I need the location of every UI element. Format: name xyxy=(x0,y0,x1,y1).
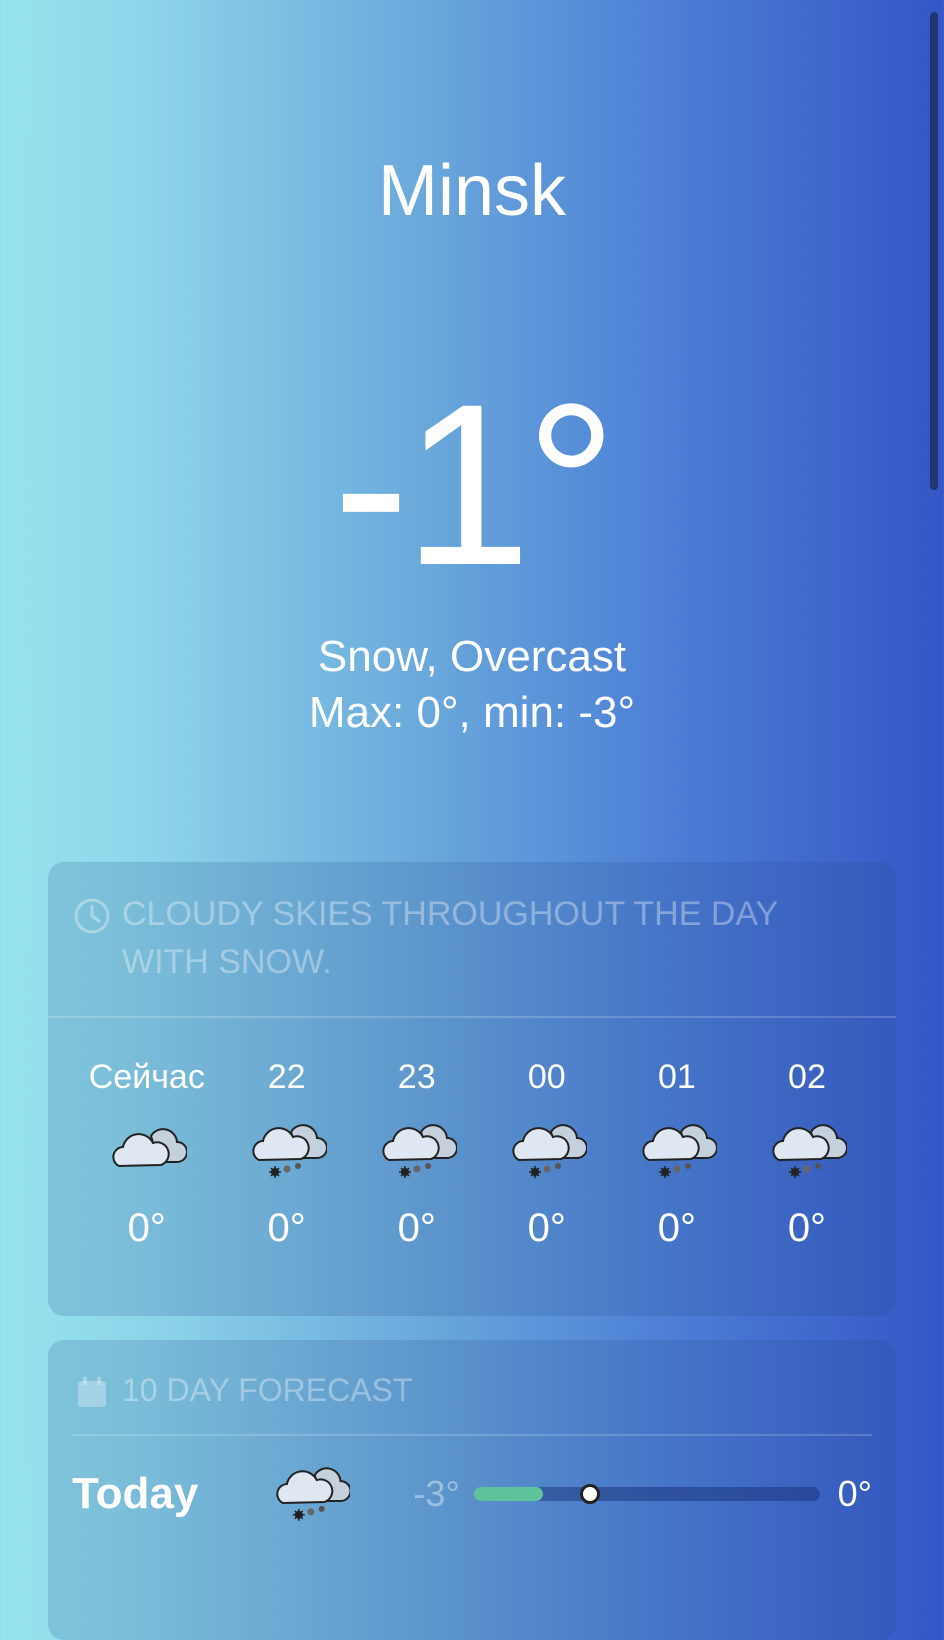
cloudy-icon xyxy=(107,1118,187,1184)
hour-label: Сейчас xyxy=(88,1058,205,1096)
day-name: Today xyxy=(72,1469,199,1518)
hour-item: 02 0° xyxy=(742,1058,872,1251)
hour-temperature: 0° xyxy=(397,1206,436,1250)
hourly-summary-header: CLOUDY SKIES THROUGHOUT THE DAY WITH SNO… xyxy=(48,862,896,986)
day-row[interactable]: Today -3° 0° xyxy=(48,1436,896,1552)
day-high-temperature: 0° xyxy=(837,1473,872,1514)
hour-label: 22 xyxy=(267,1058,306,1096)
hour-temperature: 0° xyxy=(267,1206,306,1250)
ten-day-title: 10 DAY FORECAST xyxy=(122,1372,413,1408)
ten-day-header: 10 DAY FORECAST xyxy=(48,1340,896,1414)
hour-label: 01 xyxy=(657,1058,696,1096)
day-low-temperature: -3° xyxy=(413,1473,460,1514)
snow-cloud-icon xyxy=(507,1118,587,1184)
hour-item: 23 0° xyxy=(352,1058,482,1251)
temperature-range-fill xyxy=(473,1487,543,1501)
hour-temperature: 0° xyxy=(787,1206,827,1250)
hour-temperature: 0° xyxy=(657,1206,696,1250)
clock-icon xyxy=(74,898,110,934)
hour-item: 22 0° xyxy=(222,1058,352,1251)
hour-label: 23 xyxy=(397,1058,436,1096)
snow-cloud-icon xyxy=(767,1118,847,1184)
calendar-icon xyxy=(78,1377,106,1407)
snow-cloud-icon xyxy=(271,1459,350,1529)
ten-day-forecast-card: 10 DAY FORECAST Today -3° 0° xyxy=(48,1340,896,1640)
temperature-range-bar xyxy=(473,1484,820,1504)
hour-temperature: 0° xyxy=(127,1206,166,1250)
hourly-forecast-card: CLOUDY SKIES THROUGHOUT THE DAY WITH SNO… xyxy=(48,862,896,1316)
hour-label: 02 xyxy=(788,1058,826,1096)
hour-item: 01 0° xyxy=(612,1058,742,1251)
hour-temperature: 0° xyxy=(527,1206,566,1250)
snow-cloud-icon xyxy=(247,1118,327,1184)
current-temperature-marker xyxy=(579,1484,600,1504)
hour-item: Сейчас 0° xyxy=(72,1058,222,1251)
hour-label: 00 xyxy=(527,1058,566,1096)
max-min-temperature: Max: 0°, min: -3° xyxy=(308,688,636,737)
snow-cloud-icon xyxy=(377,1118,457,1184)
weather-condition: Snow, Overcast xyxy=(317,632,627,681)
snow-cloud-icon xyxy=(637,1118,717,1184)
hour-item: 00 0° xyxy=(482,1058,612,1251)
current-temperature: -1° xyxy=(332,356,617,613)
hourly-summary-text: CLOUDY SKIES THROUGHOUT THE DAY WITH SNO… xyxy=(122,895,778,981)
hourly-list[interactable]: Сейчас 0° 22 0° 23 0° 00 0° 01 0° 02 0° xyxy=(48,1058,896,1251)
city-name: Minsk xyxy=(377,151,566,231)
divider xyxy=(48,1016,896,1018)
